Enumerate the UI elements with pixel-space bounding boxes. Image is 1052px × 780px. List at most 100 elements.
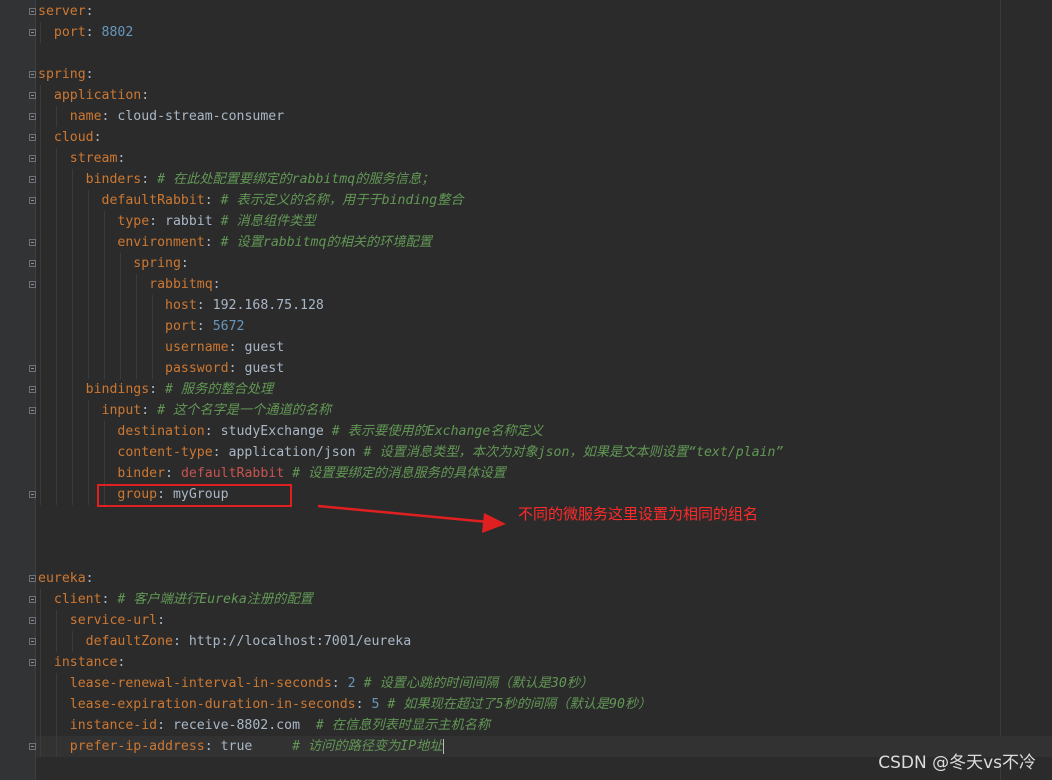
- yaml-key: defaultZone: [38, 634, 173, 649]
- code-line[interactable]: destination: studyExchange # 表示要使用的Excha…: [38, 421, 543, 442]
- yaml-key: service-url: [38, 613, 158, 628]
- yaml-comment: # 设置rabbitmq的相关的环境配置: [220, 235, 432, 250]
- fold-open-icon[interactable]: [29, 134, 36, 141]
- code-line[interactable]: rabbitmq:: [38, 274, 220, 295]
- code-line[interactable]: password: guest: [38, 358, 284, 379]
- yaml-value: : http://localhost:7001/eureka: [172, 634, 412, 649]
- code-line[interactable]: application:: [38, 85, 149, 106]
- fold-open-icon[interactable]: [29, 260, 36, 267]
- yaml-value: :: [85, 25, 102, 40]
- yaml-key: environment: [38, 235, 205, 250]
- yaml-value: :: [204, 193, 221, 208]
- fold-open-icon[interactable]: [29, 617, 36, 624]
- code-line[interactable]: content-type: application/json # 设置消息类型，…: [38, 442, 783, 463]
- yaml-value: : guest: [228, 340, 285, 355]
- yaml-number: 2: [347, 676, 356, 691]
- yaml-comment: # 设置心跳的时间间隔（默认是30秒）: [363, 676, 594, 691]
- yaml-key: spring: [38, 256, 181, 271]
- fold-open-icon[interactable]: [29, 407, 36, 414]
- code-line[interactable]: cloud:: [38, 127, 102, 148]
- fold-open-icon[interactable]: [29, 155, 36, 162]
- code-line[interactable]: instance-id: receive-8802.com # 在信息列表时显示…: [38, 715, 490, 736]
- yaml-key: binder: [38, 466, 166, 481]
- code-line[interactable]: service-url:: [38, 610, 165, 631]
- yaml-key: port: [38, 25, 86, 40]
- code-line[interactable]: client: # 客户端进行Eureka注册的配置: [38, 589, 313, 610]
- code-line[interactable]: port: 5672: [38, 316, 244, 337]
- yaml-comment: # 这个名字是一个通道的名称: [157, 403, 332, 418]
- yaml-comment: # 如果现在超过了5秒的间隔（默认是90秒）: [387, 697, 652, 712]
- fold-end-icon[interactable]: [29, 29, 36, 36]
- code-line[interactable]: environment: # 设置rabbitmq的相关的环境配置: [38, 232, 432, 253]
- code-line[interactable]: name: cloud-stream-consumer: [38, 106, 284, 127]
- code-line[interactable]: binders: # 在此处配置要绑定的rabbitmq的服务信息；: [38, 169, 435, 190]
- code-line[interactable]: lease-expiration-duration-in-seconds: 5 …: [38, 694, 652, 715]
- code-line[interactable]: eureka:: [38, 568, 94, 589]
- yaml-number: 5672: [212, 319, 245, 334]
- code-line[interactable]: prefer-ip-address: true # 访问的路径变为IP地址: [38, 736, 444, 757]
- fold-end-icon[interactable]: [29, 365, 36, 372]
- yaml-value: defaultRabbit: [180, 466, 285, 481]
- code-line[interactable]: host: 192.168.75.128: [38, 295, 324, 316]
- fold-open-icon[interactable]: [29, 8, 36, 15]
- yaml-key: binders: [38, 172, 142, 187]
- fold-end-icon[interactable]: [29, 638, 36, 645]
- fold-open-icon[interactable]: [29, 71, 36, 78]
- fold-end-icon[interactable]: [29, 743, 36, 750]
- code-line[interactable]: defaultRabbit: # 表示定义的名称，用于于binding整合: [38, 190, 464, 211]
- yaml-value: : guest: [228, 361, 285, 376]
- fold-open-icon[interactable]: [29, 239, 36, 246]
- yaml-value: [284, 466, 292, 481]
- watermark: CSDN @冬天vs不冷: [878, 753, 1036, 773]
- code-line[interactable]: spring:: [38, 64, 94, 85]
- yaml-key: port: [38, 319, 197, 334]
- code-line[interactable]: type: rabbit # 消息组件类型: [38, 211, 316, 232]
- code-editor[interactable]: server: port: 8802 spring: application: n…: [0, 0, 1052, 780]
- code-line[interactable]: stream:: [38, 148, 126, 169]
- fold-open-icon[interactable]: [29, 386, 36, 393]
- text-cursor: [442, 738, 444, 754]
- code-line[interactable]: spring:: [38, 253, 189, 274]
- yaml-value: :: [157, 613, 166, 628]
- yaml-comment: # 访问的路径变为IP地址: [292, 739, 443, 754]
- code-line[interactable]: input: # 这个名字是一个通道的名称: [38, 400, 332, 421]
- yaml-comment: # 表示要使用的Exchange名称定义: [331, 424, 544, 439]
- yaml-key: client: [38, 592, 102, 607]
- yaml-value: : application/json: [212, 445, 364, 460]
- arrow-head: [482, 513, 506, 533]
- fold-open-icon[interactable]: [29, 659, 36, 666]
- yaml-value: :: [85, 67, 94, 82]
- yaml-value: :: [93, 130, 102, 145]
- fold-open-icon[interactable]: [29, 281, 36, 288]
- fold-end-icon[interactable]: [29, 113, 36, 120]
- fold-open-icon[interactable]: [29, 197, 36, 204]
- yaml-value: : true: [204, 739, 293, 754]
- code-line[interactable]: defaultZone: http://localhost:7001/eurek…: [38, 631, 412, 652]
- fold-open-icon[interactable]: [29, 176, 36, 183]
- yaml-value: :: [331, 676, 348, 691]
- code-line[interactable]: username: guest: [38, 337, 284, 358]
- code-line[interactable]: binder: defaultRabbit # 设置要绑定的消息服务的具体设置: [38, 463, 505, 484]
- fold-open-icon[interactable]: [29, 575, 36, 582]
- code-line[interactable]: bindings: # 服务的整合处理: [38, 379, 274, 400]
- yaml-key: instance-id: [38, 718, 158, 733]
- yaml-comment: # 设置消息类型，本次为对象json，如果是文本则设置“text/plain”: [363, 445, 784, 460]
- yaml-key: host: [38, 298, 197, 313]
- yaml-comment: # 消息组件类型: [220, 214, 316, 229]
- yaml-comment: # 客户端进行Eureka注册的配置: [117, 592, 313, 607]
- yaml-value: :: [85, 4, 94, 19]
- yaml-key: stream: [38, 151, 118, 166]
- yaml-comment: # 服务的整合处理: [165, 382, 274, 397]
- code-line[interactable]: lease-renewal-interval-in-seconds: 2 # 设…: [38, 673, 593, 694]
- yaml-comment: # 表示定义的名称，用于于binding整合: [220, 193, 464, 208]
- code-line[interactable]: instance:: [38, 652, 125, 673]
- fold-end-icon[interactable]: [29, 491, 36, 498]
- code-line[interactable]: port: 8802: [38, 22, 133, 43]
- yaml-key: lease-expiration-duration-in-seconds: [38, 697, 356, 712]
- yaml-value: : studyExchange: [204, 424, 332, 439]
- yaml-key: prefer-ip-address: [38, 739, 205, 754]
- fold-open-icon[interactable]: [29, 92, 36, 99]
- fold-open-icon[interactable]: [29, 596, 36, 603]
- yaml-value: :: [149, 382, 166, 397]
- code-line[interactable]: server:: [38, 1, 94, 22]
